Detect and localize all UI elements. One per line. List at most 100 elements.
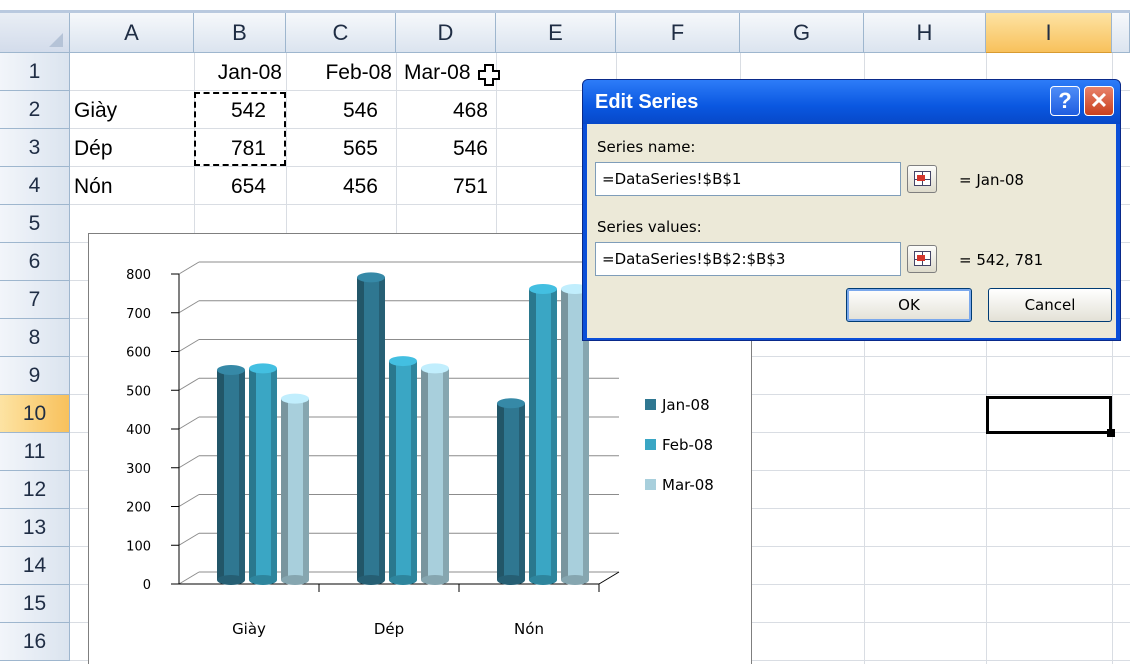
y-tick-label: 300 bbox=[126, 462, 151, 477]
column-header-i[interactable]: I bbox=[986, 13, 1112, 53]
side-gridline bbox=[178, 532, 200, 546]
column-header-a[interactable]: A bbox=[70, 13, 194, 53]
row-header-1[interactable]: 1 bbox=[0, 53, 70, 91]
legend-swatch bbox=[645, 399, 656, 410]
y-tick-label: 600 bbox=[126, 346, 151, 361]
row-header-8[interactable]: 8 bbox=[0, 319, 70, 357]
close-button[interactable]: ✕ bbox=[1084, 86, 1114, 116]
bar-shadow bbox=[303, 398, 309, 580]
category-label: Nón bbox=[514, 620, 544, 638]
row-header-11[interactable]: 11 bbox=[0, 433, 70, 471]
dialog-body: Series name: =DataSeries!$B$1 = Jan-08 S… bbox=[587, 124, 1116, 338]
bar-top bbox=[389, 356, 417, 367]
series-values-collapse-button[interactable] bbox=[907, 245, 937, 273]
bar-shadow bbox=[551, 288, 557, 580]
bar-base bbox=[281, 575, 309, 585]
side-gridline bbox=[178, 300, 200, 314]
legend-label: Feb-08 bbox=[662, 436, 713, 454]
series-name-collapse-button[interactable] bbox=[907, 165, 937, 193]
row-header-7[interactable]: 7 bbox=[0, 281, 70, 319]
bar-base bbox=[497, 575, 525, 585]
copy-marquee bbox=[194, 92, 286, 166]
side-gridline bbox=[178, 339, 200, 352]
bar-shadow bbox=[249, 368, 256, 580]
cell-b1[interactable]: Jan-08 bbox=[194, 55, 286, 91]
column-header-f[interactable]: F bbox=[616, 13, 740, 53]
category-label: Giày bbox=[232, 620, 266, 638]
bar-shadow bbox=[497, 403, 504, 580]
column-header-g[interactable]: G bbox=[740, 13, 864, 53]
select-all-triangle-icon bbox=[49, 33, 63, 47]
cell-c1[interactable]: Feb-08 bbox=[286, 55, 396, 91]
row-header-5[interactable]: 5 bbox=[0, 205, 70, 243]
bar-shadow bbox=[389, 361, 396, 580]
row-header-15[interactable]: 15 bbox=[0, 585, 70, 623]
bar-shadow bbox=[443, 368, 449, 580]
y-tick-label: 400 bbox=[126, 423, 151, 438]
row-header-10[interactable]: 10 bbox=[0, 395, 70, 433]
row-header-9[interactable]: 9 bbox=[0, 357, 70, 395]
y-tick-label: 100 bbox=[126, 539, 151, 554]
series-name-field[interactable]: =DataSeries!$B$1 bbox=[595, 162, 901, 196]
row-header-16[interactable]: 16 bbox=[0, 623, 70, 661]
side-gridline bbox=[178, 571, 200, 585]
series-values-field[interactable]: =DataSeries!$B$2:$B$3 bbox=[595, 242, 901, 276]
floor-edge bbox=[598, 571, 620, 585]
cell-c4[interactable]: 456 bbox=[286, 169, 382, 205]
cell-d2[interactable]: 468 bbox=[396, 93, 492, 129]
ok-button[interactable]: OK bbox=[846, 288, 972, 322]
active-cell-i10[interactable] bbox=[986, 396, 1115, 437]
side-gridline bbox=[178, 494, 200, 507]
cell-c3[interactable]: 565 bbox=[286, 131, 382, 167]
side-gridline bbox=[178, 455, 200, 469]
dialog-titlebar[interactable]: Edit Series ? ✕ bbox=[583, 80, 1120, 124]
side-gridline bbox=[178, 377, 200, 391]
cell-a4[interactable]: Nón bbox=[70, 169, 194, 205]
bar-shadow bbox=[271, 368, 277, 580]
bar-top bbox=[249, 363, 277, 374]
row-header-6[interactable]: 6 bbox=[0, 243, 70, 281]
y-tick-label: 200 bbox=[126, 501, 151, 516]
legend-label: Mar-08 bbox=[662, 476, 714, 494]
column-header-j[interactable] bbox=[1112, 13, 1130, 53]
row-header-12[interactable]: 12 bbox=[0, 471, 70, 509]
help-button[interactable]: ? bbox=[1050, 86, 1080, 116]
row-header-14[interactable]: 14 bbox=[0, 547, 70, 585]
column-header-c[interactable]: C bbox=[286, 13, 396, 53]
cell-d3[interactable]: 546 bbox=[396, 131, 492, 167]
row-header-4[interactable]: 4 bbox=[0, 167, 70, 205]
cell-a2[interactable]: Giày bbox=[70, 93, 194, 129]
cell-b4[interactable]: 654 bbox=[194, 169, 270, 205]
bar-base bbox=[389, 575, 417, 585]
legend-swatch bbox=[645, 439, 656, 450]
cell-c2[interactable]: 546 bbox=[286, 93, 382, 129]
row-header-2[interactable]: 2 bbox=[0, 91, 70, 129]
bar-shadow bbox=[379, 277, 385, 580]
series-values-preview: = 542, 781 bbox=[959, 251, 1044, 269]
cancel-button[interactable]: Cancel bbox=[988, 288, 1112, 322]
dialog-title: Edit Series bbox=[595, 91, 699, 113]
bar-shadow bbox=[217, 369, 224, 580]
cell-a3[interactable]: Dép bbox=[70, 131, 194, 167]
bar-top bbox=[217, 364, 245, 375]
bar-shadow bbox=[561, 288, 568, 580]
series-name-label: Series name: bbox=[597, 138, 696, 156]
y-tick-label: 0 bbox=[143, 578, 151, 593]
fill-handle[interactable] bbox=[1107, 429, 1115, 437]
column-header-d[interactable]: D bbox=[396, 13, 496, 53]
side-gridline bbox=[178, 261, 200, 275]
edit-series-dialog[interactable]: Edit Series ? ✕ Series name: =DataSeries… bbox=[582, 79, 1121, 341]
side-gridline bbox=[178, 416, 200, 430]
bar-shadow bbox=[529, 288, 536, 580]
bar-shadow bbox=[411, 361, 417, 580]
row-header-3[interactable]: 3 bbox=[0, 129, 70, 167]
bar-shadow bbox=[519, 403, 525, 580]
column-header-e[interactable]: E bbox=[496, 13, 616, 53]
cell-d4[interactable]: 751 bbox=[396, 169, 492, 205]
bar-shadow bbox=[357, 277, 364, 580]
row-header-13[interactable]: 13 bbox=[0, 509, 70, 547]
column-header-h[interactable]: H bbox=[864, 13, 986, 53]
bar-top bbox=[421, 363, 449, 374]
select-all-button[interactable] bbox=[0, 13, 70, 53]
column-header-b[interactable]: B bbox=[194, 13, 286, 53]
